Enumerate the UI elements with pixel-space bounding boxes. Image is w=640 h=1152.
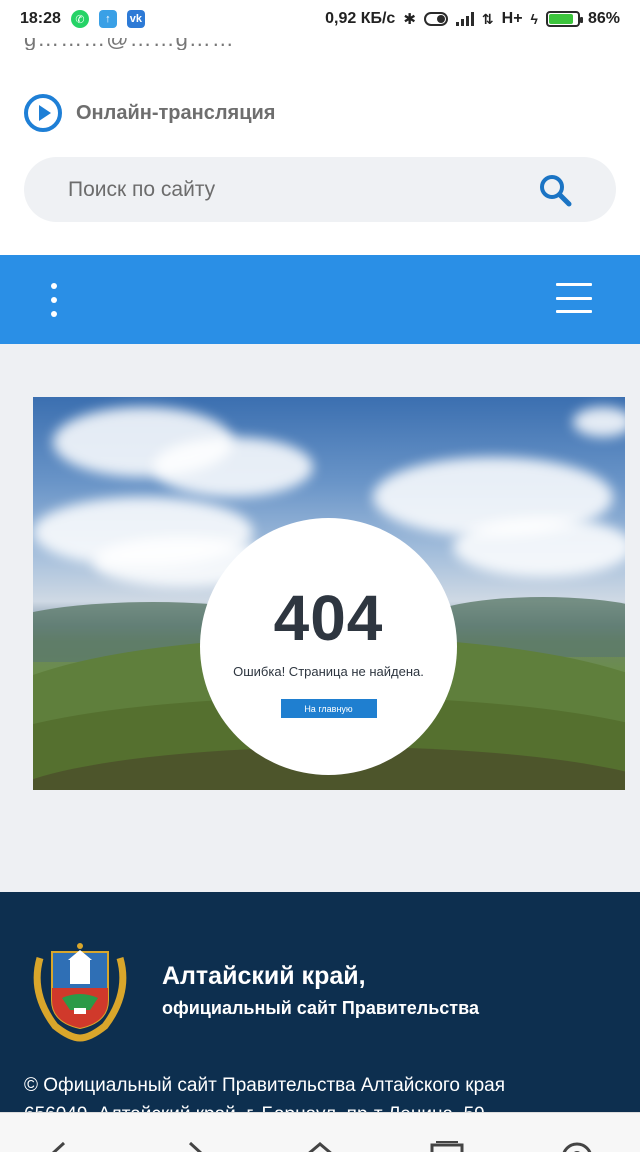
footer-title: Алтайский край, <box>162 962 366 990</box>
error-code: 404 <box>273 582 384 654</box>
battery-percent: 86% <box>587 10 620 27</box>
back-icon[interactable] <box>46 1141 72 1152</box>
network-speed: 0,92 КБ/с <box>325 10 396 27</box>
tabs-icon[interactable] <box>428 1141 466 1152</box>
altai-krai-emblem <box>30 938 130 1042</box>
more-options-icon[interactable] <box>44 283 64 317</box>
error-message: Ошибка! Страница не найдена. <box>233 664 424 679</box>
profile-icon[interactable] <box>560 1141 594 1152</box>
footer-copyright: © Официальный сайт Правительства Алтайск… <box>24 1075 506 1096</box>
vk-icon: vk <box>126 10 145 28</box>
hamburger-menu-icon[interactable] <box>556 283 592 313</box>
network-type: H+ <box>501 10 523 27</box>
charging-icon: ϟ <box>530 11 538 27</box>
status-bar: 18:28 ✆ ↑ vk 0,92 КБ/с ✱ ⇅ H+ ϟ 86% <box>0 0 640 38</box>
main-content: 404 Ошибка! Страница не найдена. На глав… <box>0 344 640 892</box>
clock: 18:28 <box>20 10 61 27</box>
browser-bottom-bar <box>0 1112 640 1152</box>
broadcast-label: Онлайн-трансляция <box>76 101 276 124</box>
bluetooth-icon: ✱ <box>403 11 416 28</box>
battery-icon <box>545 11 583 27</box>
search-icon[interactable] <box>538 173 572 207</box>
play-icon <box>24 94 62 132</box>
whatsapp-icon: ✆ <box>70 10 89 28</box>
data-transfer-icon: ⇅ <box>481 10 494 27</box>
signal-icon <box>455 12 474 26</box>
footer: Алтайский край, официальный сайт Правите… <box>0 892 640 1125</box>
navigation-bar <box>0 255 640 344</box>
upload-icon: ↑ <box>98 10 117 28</box>
landscape-image: 404 Ошибка! Страница не найдена. На глав… <box>33 397 625 790</box>
online-broadcast-link[interactable]: Онлайн-трансляция <box>24 94 275 132</box>
home-icon[interactable] <box>304 1141 336 1152</box>
toggle-icon <box>423 12 448 26</box>
search-bar <box>24 157 616 222</box>
cut-off-text: g………@……g…… <box>0 38 640 50</box>
error-card: 404 Ошибка! Страница не найдена. На глав… <box>200 518 457 775</box>
home-button[interactable]: На главную <box>280 699 377 718</box>
forward-icon[interactable] <box>182 1141 208 1152</box>
footer-subtitle: официальный сайт Правительства <box>162 998 479 1018</box>
search-input[interactable] <box>68 177 538 202</box>
